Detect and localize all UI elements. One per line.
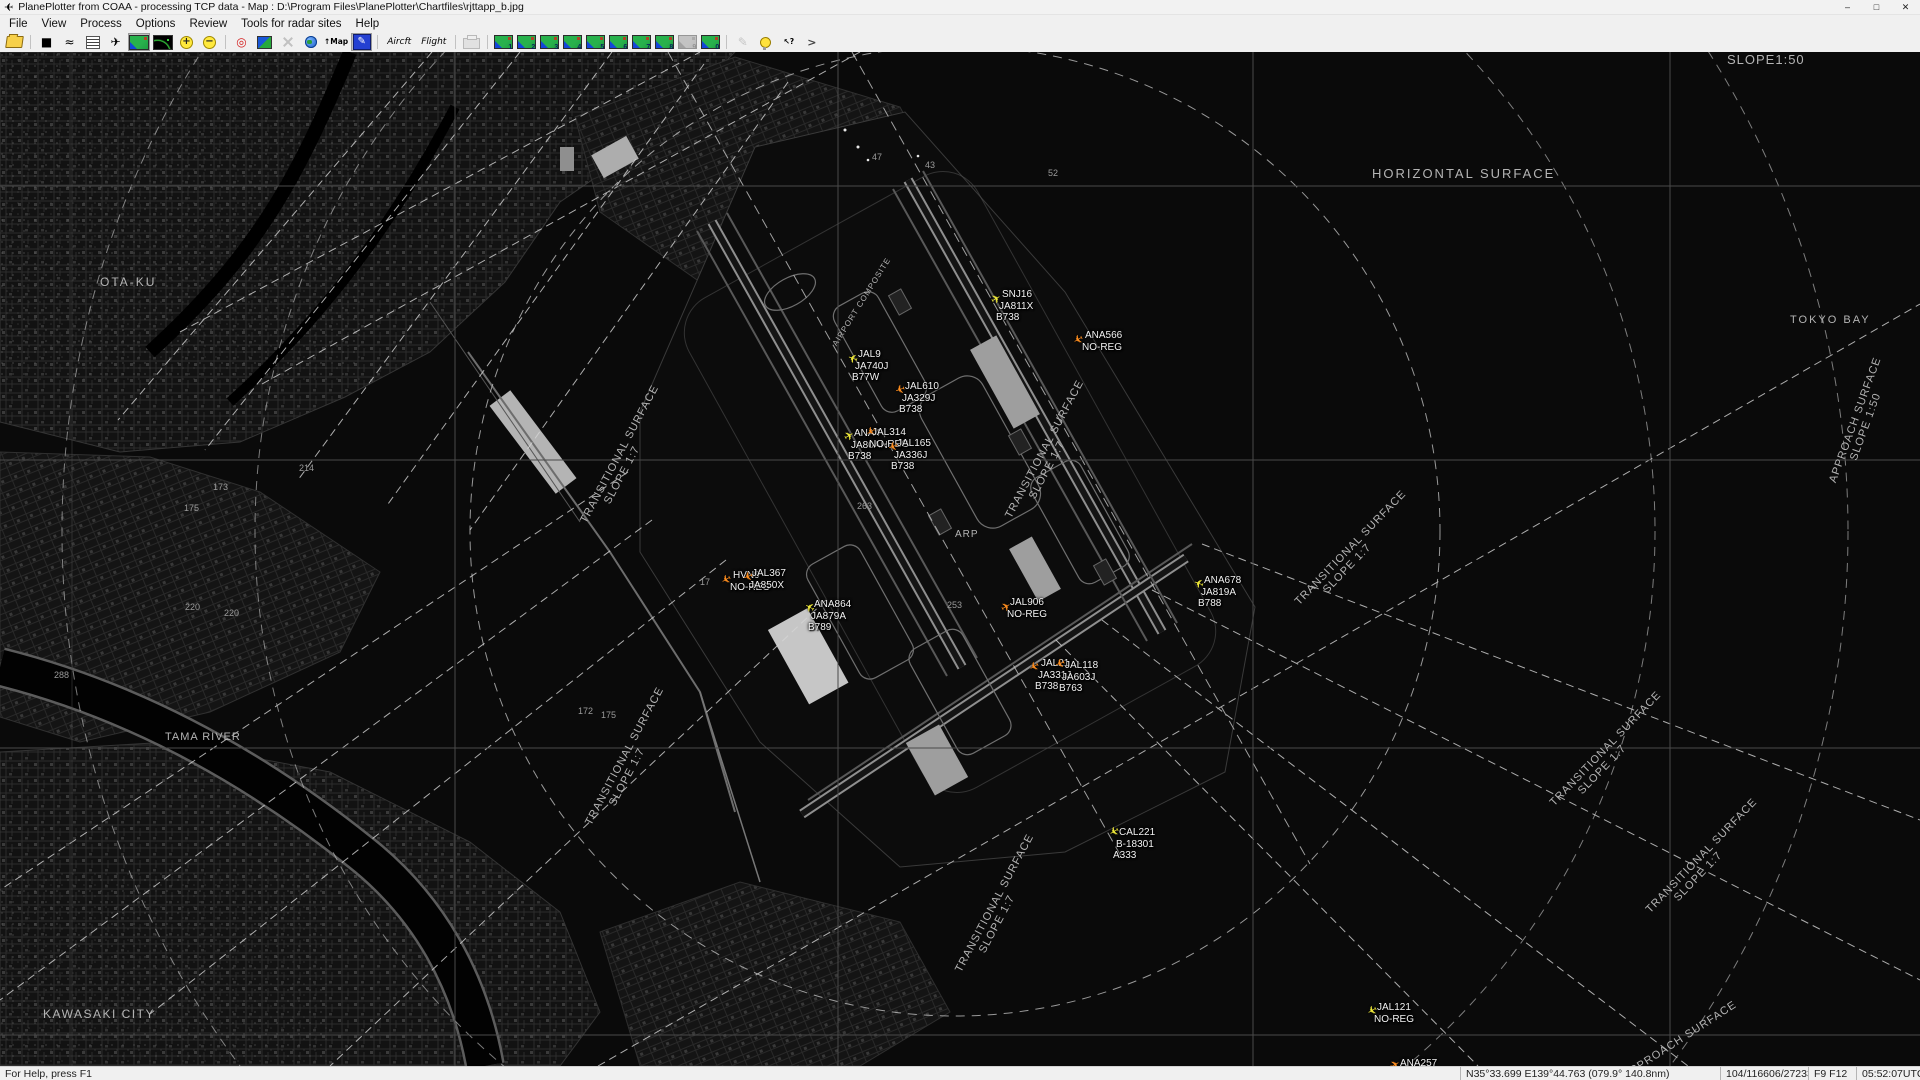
aircraft-label-ana678[interactable]: ANA678JA819AB788 [1204,575,1241,610]
minimize-button[interactable]: – [1833,0,1862,14]
tip-of-day-icon[interactable] [755,33,776,51]
signal-view-icon[interactable]: ≈ [59,33,80,51]
status-position: N35°33.699 E139°44.763 (079.9° 140.8nm) [1460,1067,1720,1080]
zoom-out-icon[interactable]: − [199,33,220,51]
toolbar-separator [726,35,727,49]
aircraft-label-jal906[interactable]: JAL906NO-REG [1010,597,1047,620]
status-help: For Help, press F1 [0,1067,1460,1080]
window-controls: – □ ✕ [1833,0,1920,14]
draw-tool-icon: ✎ [732,33,753,51]
status-time: 05:52:07UTC [1856,1067,1920,1080]
map-preset-0-icon[interactable]: 0 [700,33,721,51]
menu-review[interactable]: Review [182,17,234,31]
toolbar-separator [225,35,226,49]
aircraft-label-ana864[interactable]: ANA864JA879AB789 [814,599,851,634]
chart-view-icon[interactable] [128,33,150,51]
flight-button-button[interactable]: Flight [417,33,450,51]
toolbar-separator [455,35,456,49]
record-toggle-icon[interactable]: ◎ [231,33,252,51]
aircraft-label-cal221[interactable]: CAL221B-18301A333 [1119,827,1155,862]
menu-process[interactable]: Process [73,17,129,31]
map-up-icon[interactable]: ↑Map [323,33,349,51]
aircft-button-button[interactable]: Aircft [383,33,415,51]
menu-tools-for-radar-sites[interactable]: Tools for radar sites [234,17,348,31]
aircraft-label-jal118[interactable]: JAL118JA603JB763 [1065,660,1098,695]
map-preset-3-icon[interactable]: 3 [539,33,560,51]
status-bar: For Help, press F1 N35°33.699 E139°44.76… [0,1066,1920,1080]
message-list-icon[interactable] [82,33,103,51]
map-preset-9-icon: 9 [677,33,698,51]
close-button[interactable]: ✕ [1891,0,1920,14]
aircraft-label-jal121[interactable]: JAL121NO-REG [1377,1002,1414,1025]
toolbar-separator [377,35,378,49]
map-preset-6-icon[interactable]: 6 [608,33,629,51]
aircraft-label-jal610[interactable]: JAL610JA329JB738 [905,381,939,416]
stop-icon[interactable]: ■ [36,33,57,51]
aircraft-label-jal9[interactable]: JAL9JA740JB77W [858,349,888,384]
edit-mode-icon[interactable]: ✎ [351,33,372,51]
map-preset-8-icon[interactable]: 8 [654,33,675,51]
status-keys: F9 F12 [1808,1067,1856,1080]
tools-icon [277,33,298,51]
toolbar: ■≈✈+−◎↑Map✎AircftFlight1234567890✎↖?> [0,32,1920,53]
menu-view[interactable]: View [35,17,74,31]
aircraft-view-icon[interactable]: ✈ [105,33,126,51]
window-title: PlanePlotter from COAA - processing TCP … [18,1,524,13]
menu-file[interactable]: File [2,17,35,31]
map-preset-4-icon[interactable]: 4 [562,33,583,51]
menu-help[interactable]: Help [349,17,387,31]
title-bar: ✈ PlanePlotter from COAA - processing TC… [0,0,1920,15]
aircraft-label-jal165[interactable]: JAL165JA336JB738 [897,438,931,473]
map-preset-7-icon[interactable]: 7 [631,33,652,51]
aircraft-label-snj16[interactable]: SNJ16JA811XB738 [1002,289,1033,324]
maximize-button[interactable]: □ [1862,0,1891,14]
menu-bar: FileViewProcessOptionsReviewTools for ra… [0,15,1920,32]
radar-view-icon[interactable] [152,33,174,51]
map-preset-2-icon[interactable]: 2 [516,33,537,51]
print-icon [461,33,482,51]
aircraft-label-ana257[interactable]: ANA257 [1400,1058,1437,1066]
context-help-icon[interactable]: ↖? [778,33,799,51]
aircraft-label-ana566[interactable]: ANA566NO-REG [1085,330,1122,353]
globe-icon[interactable] [300,33,321,51]
app-icon: ✈ [4,1,13,14]
share-flag-icon[interactable] [254,33,275,51]
toolbar-separator [487,35,488,49]
toolbar-separator [30,35,31,49]
map-canvas[interactable]: SLOPE1:50HORIZONTAL SURFACETOKYO BAYOTA-… [0,52,1920,1066]
overflow-icon[interactable]: > [801,33,822,51]
open-file-icon[interactable] [4,33,25,51]
status-counts: 104/116606/27233 [1720,1067,1808,1080]
zoom-in-icon[interactable]: + [176,33,197,51]
aircraft-layer: ✈SNJ16JA811XB738✈ANA566NO-REG✈JAL9JA740J… [0,52,1920,1066]
menu-options[interactable]: Options [129,17,183,31]
map-preset-1-icon[interactable]: 1 [493,33,514,51]
map-preset-5-icon[interactable]: 5 [585,33,606,51]
aircraft-label-jal367[interactable]: JAL367JA850X [752,568,786,591]
